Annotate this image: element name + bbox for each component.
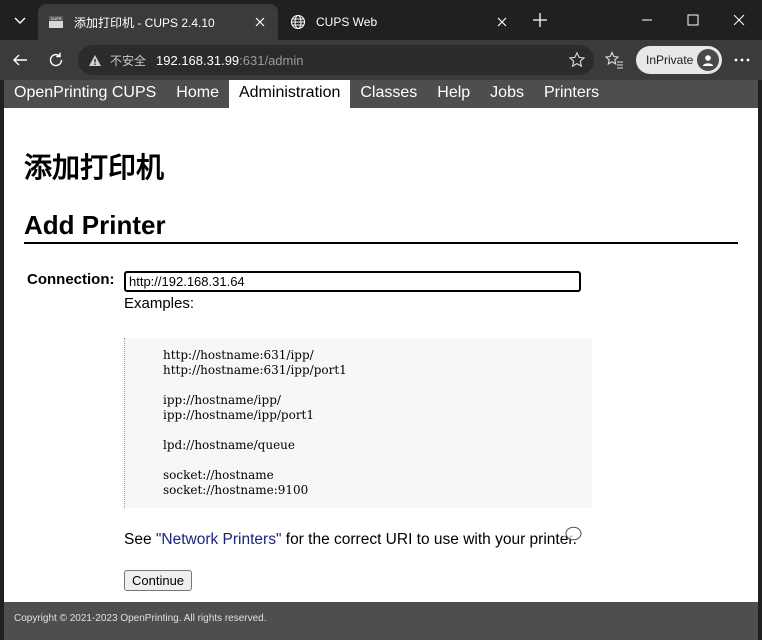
- connection-uri-input[interactable]: [124, 271, 581, 292]
- new-tab-button[interactable]: [528, 8, 552, 32]
- page-viewport: OpenPrinting CUPS Home Administration Cl…: [4, 80, 758, 640]
- example-line: [163, 453, 592, 468]
- uri-examples-block: http://hostname:631/ipp/ http://hostname…: [124, 338, 592, 508]
- continue-button[interactable]: Continue: [124, 570, 193, 591]
- example-line: socket://hostname: [163, 468, 274, 482]
- nav-jobs[interactable]: Jobs: [480, 80, 534, 108]
- not-secure-label[interactable]: 不安全: [110, 52, 146, 69]
- help-text-prefix: See: [124, 531, 156, 548]
- tab-add-printer[interactable]: CUPS 添加打印机 - CUPS 2.4.10: [38, 4, 278, 40]
- tab-strip: CUPS 添加打印机 - CUPS 2.4.10 CUPS Web: [0, 0, 762, 40]
- maximize-icon: [687, 14, 699, 26]
- close-icon: [733, 14, 745, 26]
- page-title: Add Printer: [24, 210, 166, 240]
- example-line: [163, 378, 592, 393]
- nav-openprinting-cups[interactable]: OpenPrinting CUPS: [4, 80, 166, 108]
- nav-printers[interactable]: Printers: [534, 80, 609, 108]
- settings-more-button[interactable]: [730, 50, 754, 70]
- svg-text:CUPS: CUPS: [50, 16, 61, 21]
- cups-navigation: OpenPrinting CUPS Home Administration Cl…: [4, 80, 758, 108]
- close-tab-icon[interactable]: [252, 14, 268, 30]
- network-printers-link[interactable]: "Network Printers": [156, 531, 282, 548]
- minimize-icon: [642, 19, 652, 21]
- nav-home[interactable]: Home: [166, 80, 229, 108]
- example-line: [163, 423, 592, 438]
- tab-title: 添加打印机 - CUPS 2.4.10: [74, 15, 215, 30]
- example-line: socket://hostname:9100: [163, 483, 309, 497]
- arrow-left-icon: [13, 54, 27, 66]
- back-button[interactable]: [6, 46, 34, 74]
- refresh-button[interactable]: [42, 46, 70, 74]
- warning-icon[interactable]: [88, 52, 104, 68]
- chevron-down-icon: [14, 17, 26, 24]
- favorites-icon[interactable]: [604, 50, 624, 70]
- title-divider: [24, 242, 738, 244]
- example-line: lpd://hostname/queue: [163, 438, 296, 452]
- tab-actions-button[interactable]: [6, 6, 34, 34]
- address-bar[interactable]: 不安全 192.168.31.99:631/admin: [78, 45, 594, 75]
- watermark: 公众号 · pcyear: [556, 518, 721, 544]
- wechat-icon: [557, 521, 582, 541]
- nav-help[interactable]: Help: [427, 80, 480, 108]
- example-line: http://hostname:631/ipp/: [163, 348, 314, 362]
- help-text-suffix: for the correct URI to use with your pri…: [281, 531, 577, 548]
- refresh-icon: [49, 52, 63, 67]
- tab-cups-web[interactable]: CUPS Web: [280, 4, 520, 40]
- close-tab-icon[interactable]: [494, 14, 510, 30]
- globe-icon: [290, 14, 306, 30]
- url-host: 192.168.31.99: [156, 52, 240, 68]
- examples-label: Examples:: [124, 295, 195, 312]
- cups-favicon: CUPS: [49, 16, 63, 28]
- profile-avatar-icon: [697, 49, 719, 71]
- example-line: ipp://hostname/ipp/: [163, 393, 281, 407]
- url-path: :631/admin: [239, 52, 304, 68]
- page-title-chinese: 添加打印机: [24, 151, 165, 184]
- watermark-text: 公众号 · pcyear: [588, 522, 721, 543]
- copyright-text: Copyright © 2021-2023 OpenPrinting. All …: [14, 613, 267, 624]
- close-window-button[interactable]: [716, 0, 762, 40]
- browser-window: CUPS 添加打印机 - CUPS 2.4.10 CUPS Web 不安全 19…: [0, 0, 762, 640]
- plus-icon: [533, 13, 547, 27]
- browser-toolbar: 不安全 192.168.31.99:631/admin InPrivate: [0, 40, 762, 80]
- maximize-button[interactable]: [670, 0, 716, 40]
- star-icon[interactable]: [568, 51, 586, 69]
- inprivate-label: InPrivate: [646, 53, 694, 67]
- example-line: http://hostname:631/ipp/port1: [163, 363, 347, 377]
- nav-administration[interactable]: Administration: [228, 80, 351, 108]
- more-horizontal-icon: [734, 58, 750, 62]
- help-text: See "Network Printers" for the correct U…: [124, 531, 577, 549]
- page-footer: Copyright © 2021-2023 OpenPrinting. All …: [4, 602, 758, 640]
- tab-title: CUPS Web: [316, 15, 378, 29]
- minimize-button[interactable]: [624, 0, 670, 40]
- inprivate-button[interactable]: InPrivate: [636, 46, 722, 74]
- connection-label: Connection:: [27, 271, 115, 288]
- example-line: ipp://hostname/ipp/port1: [163, 408, 315, 422]
- nav-classes[interactable]: Classes: [350, 80, 427, 108]
